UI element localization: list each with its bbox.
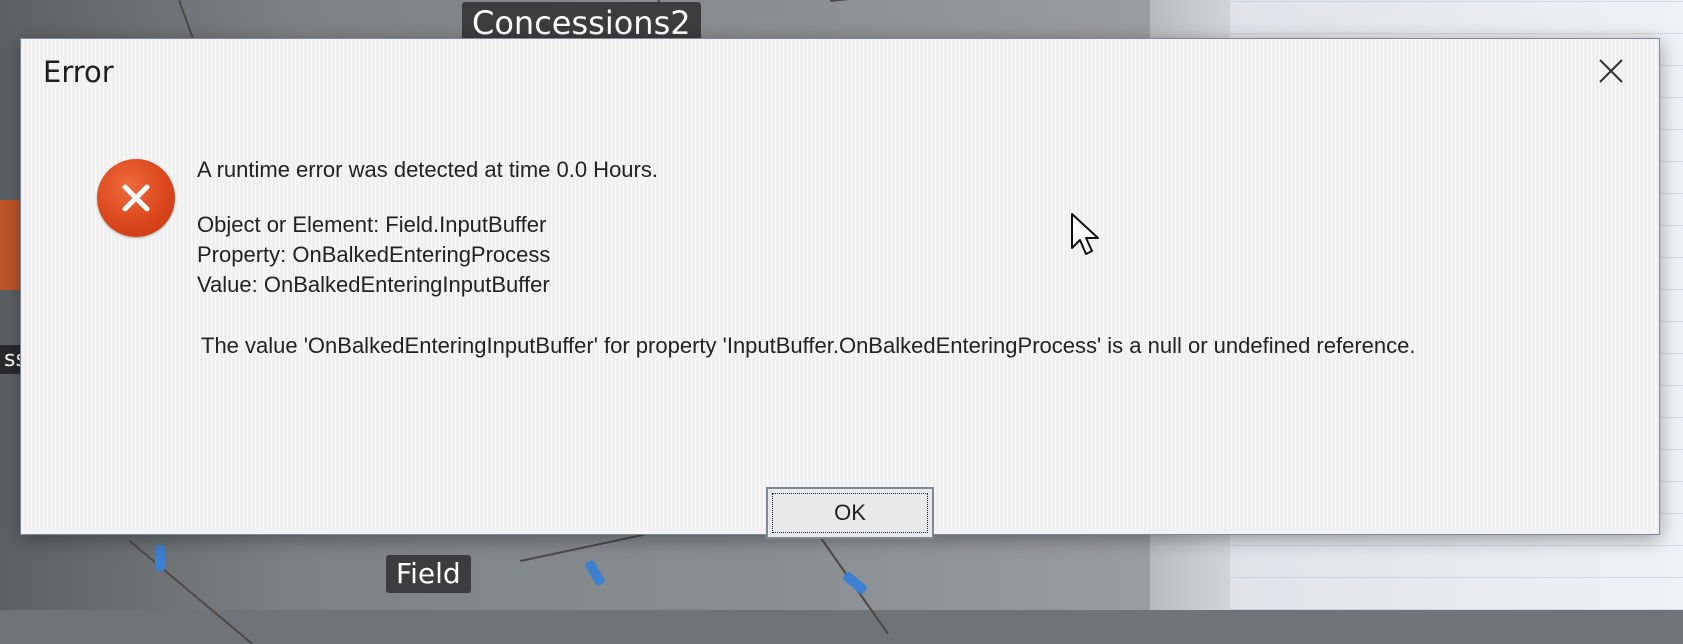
mouse-cursor-icon xyxy=(1071,213,1099,255)
background-object xyxy=(0,200,22,290)
dialog-title: Error xyxy=(43,55,114,89)
close-icon xyxy=(1599,59,1623,83)
close-button[interactable] xyxy=(1589,49,1633,93)
ok-button[interactable]: OK xyxy=(766,487,934,539)
error-object-element: Object or Element: Field.InputBuffer xyxy=(197,212,547,237)
network-arrow xyxy=(155,545,165,571)
focus-ring xyxy=(772,493,928,533)
node-label-field[interactable]: Field xyxy=(386,555,471,593)
error-dialog: Error A runtime error was detected at ti… xyxy=(20,38,1660,539)
error-icon xyxy=(97,159,175,237)
error-property: Property: OnBalkedEnteringProcess xyxy=(197,242,551,267)
error-explanation: The value 'OnBalkedEnteringInputBuffer' … xyxy=(201,333,1416,358)
error-value: Value: OnBalkedEnteringInputBuffer xyxy=(197,272,550,297)
error-headline: A runtime error was detected at time 0.0… xyxy=(197,157,658,182)
